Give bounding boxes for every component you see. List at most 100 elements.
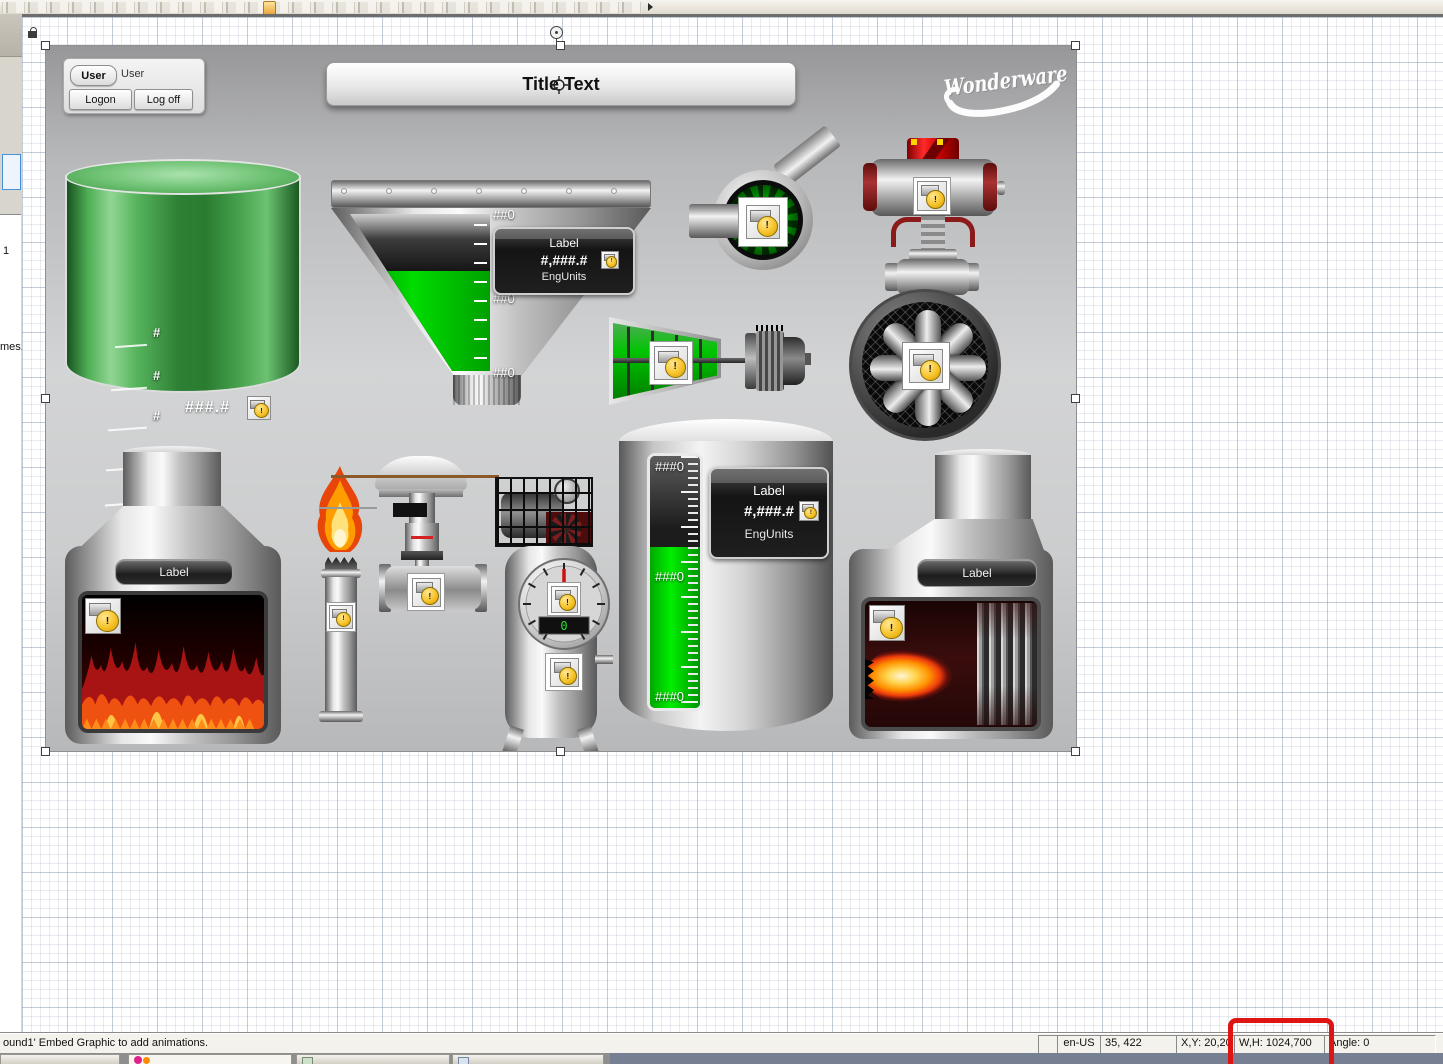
status-locale: en-US [1057,1035,1101,1054]
animation-warning-icon [799,501,819,521]
animation-warning-icon [654,346,688,380]
left-dock-panel[interactable]: 1 mes1 [0,14,23,1032]
status-xy: X,Y: 20,20 [1176,1035,1236,1054]
motor-cap [805,353,811,365]
status-angle: Angle: 0 [1324,1035,1436,1054]
scale-label: ###0 [655,569,684,584]
selection-handle[interactable] [41,394,50,403]
taskbar-button[interactable] [452,1054,604,1064]
status-bar: ound1' Embed Graphic to add animations. … [0,1032,1443,1054]
tank-body [65,175,301,393]
hopper-band [331,180,651,208]
actuator-cap-left [863,163,877,211]
toolbar-overflow-arrow-icon[interactable] [648,3,653,11]
leader-line [319,507,377,509]
hopper-window [350,214,490,371]
taskbar-button[interactable] [128,1054,292,1064]
selection-handle[interactable] [1071,41,1080,50]
storage-tank[interactable]: ###0 ###0 ###0 Label #,###.# EngUnits [619,419,833,734]
user-tab-button[interactable]: User [70,65,117,86]
tick-label: # [153,325,160,340]
app-icon [134,1056,142,1064]
indicator-dot [937,139,943,145]
logon-button[interactable]: Logon [69,89,132,110]
taskbar-button[interactable] [0,1054,120,1064]
pump[interactable] [686,156,886,286]
flare-base [319,711,363,722]
actuated-valve[interactable] [857,136,1007,306]
actuator-cap-right [983,163,997,211]
tick-label: # [153,408,160,423]
hopper-value-panel[interactable]: Label #,###.# EngUnits [493,227,635,295]
tick-label: # [153,368,160,383]
panel-units: EngUnits [711,527,827,541]
wonderware-logo: Wonderware Wonderware [939,58,1077,130]
lock-icon [28,27,38,39]
axial-fan[interactable] [849,289,1001,441]
tube-shade [977,603,1037,725]
user-panel: User User Logon Log off [63,58,205,114]
application-window: 1 mes1 User User Logon Log off Title Tex… [0,0,1443,1064]
tank-fitting [595,655,613,664]
rotation-handle[interactable] [550,26,563,39]
scale-label: ###0 [655,689,684,704]
app-icon [458,1057,469,1064]
compressor[interactable]: 0 [495,477,620,752]
left-dock-selected-item[interactable] [2,154,21,190]
selection-handle[interactable] [41,747,50,756]
logoff-button[interactable]: Log off [134,89,193,110]
animation-warning-icon [869,605,905,641]
app-icon [302,1057,313,1064]
animation-warning-icon [247,396,271,420]
toolbar-icons [2,2,642,13]
taskbar-button[interactable] [296,1054,450,1064]
tank-value-panel[interactable]: Label #,###.# EngUnits [709,467,829,559]
scale-label: ##0 [493,207,515,222]
screw-conveyor[interactable] [609,309,819,419]
tree-item[interactable]: 1 [3,245,9,257]
control-valve[interactable] [319,451,519,621]
selection-handle[interactable] [1071,747,1080,756]
animation-warning-icon [412,578,441,607]
motor-drum [783,337,805,385]
position-tag [393,503,427,517]
panel-label: Label [495,236,633,250]
burner-flame [865,643,979,709]
panel-label: Label [711,483,827,498]
panel-gloss [711,469,827,483]
toolbar-highlight-icon[interactable] [263,1,276,15]
left-dock-header [0,14,22,57]
tank-top [65,159,301,195]
animation-warning-icon [746,205,780,239]
positioner-scale [411,536,433,539]
bolts [340,187,644,196]
heater[interactable]: Label [849,449,1053,741]
selection-handle[interactable] [556,41,565,50]
furnace-label-plate[interactable]: Label [115,559,233,585]
selection-handle[interactable] [556,747,565,756]
green-tank[interactable]: # # # # # ###.# [65,159,301,393]
selection-handle[interactable] [41,41,50,50]
tank-leg [502,726,524,752]
hopper[interactable]: ##0 ##0 ##0 Label #,###.# EngUnits [331,180,651,410]
animation-warning-icon [550,658,579,687]
embedded-graphic[interactable]: User User Logon Log off Title Text Wonde… [45,45,1077,752]
tank-value: ###.# [185,399,230,417]
yoke-band [401,551,443,560]
selection-handle[interactable] [1071,394,1080,403]
furnace[interactable]: Label [65,446,281,746]
left-dock-tree[interactable]: 1 mes1 [0,214,21,1033]
toolbar[interactable] [0,0,1443,15]
end-nub [997,181,1005,195]
indicator-rod [331,475,499,478]
rotation-anchor-icon[interactable] [550,76,568,94]
taskbar[interactable] [0,1053,1443,1064]
hopper-ruler [474,224,487,364]
app-icon [143,1057,150,1064]
heater-label-plate[interactable]: Label [917,559,1037,587]
compressor-cage [495,477,593,547]
annotation-highlight-box [1228,1018,1334,1064]
motor-body [756,331,784,391]
panel-units: EngUnits [495,271,633,283]
gauge-readout: 0 [560,619,567,633]
